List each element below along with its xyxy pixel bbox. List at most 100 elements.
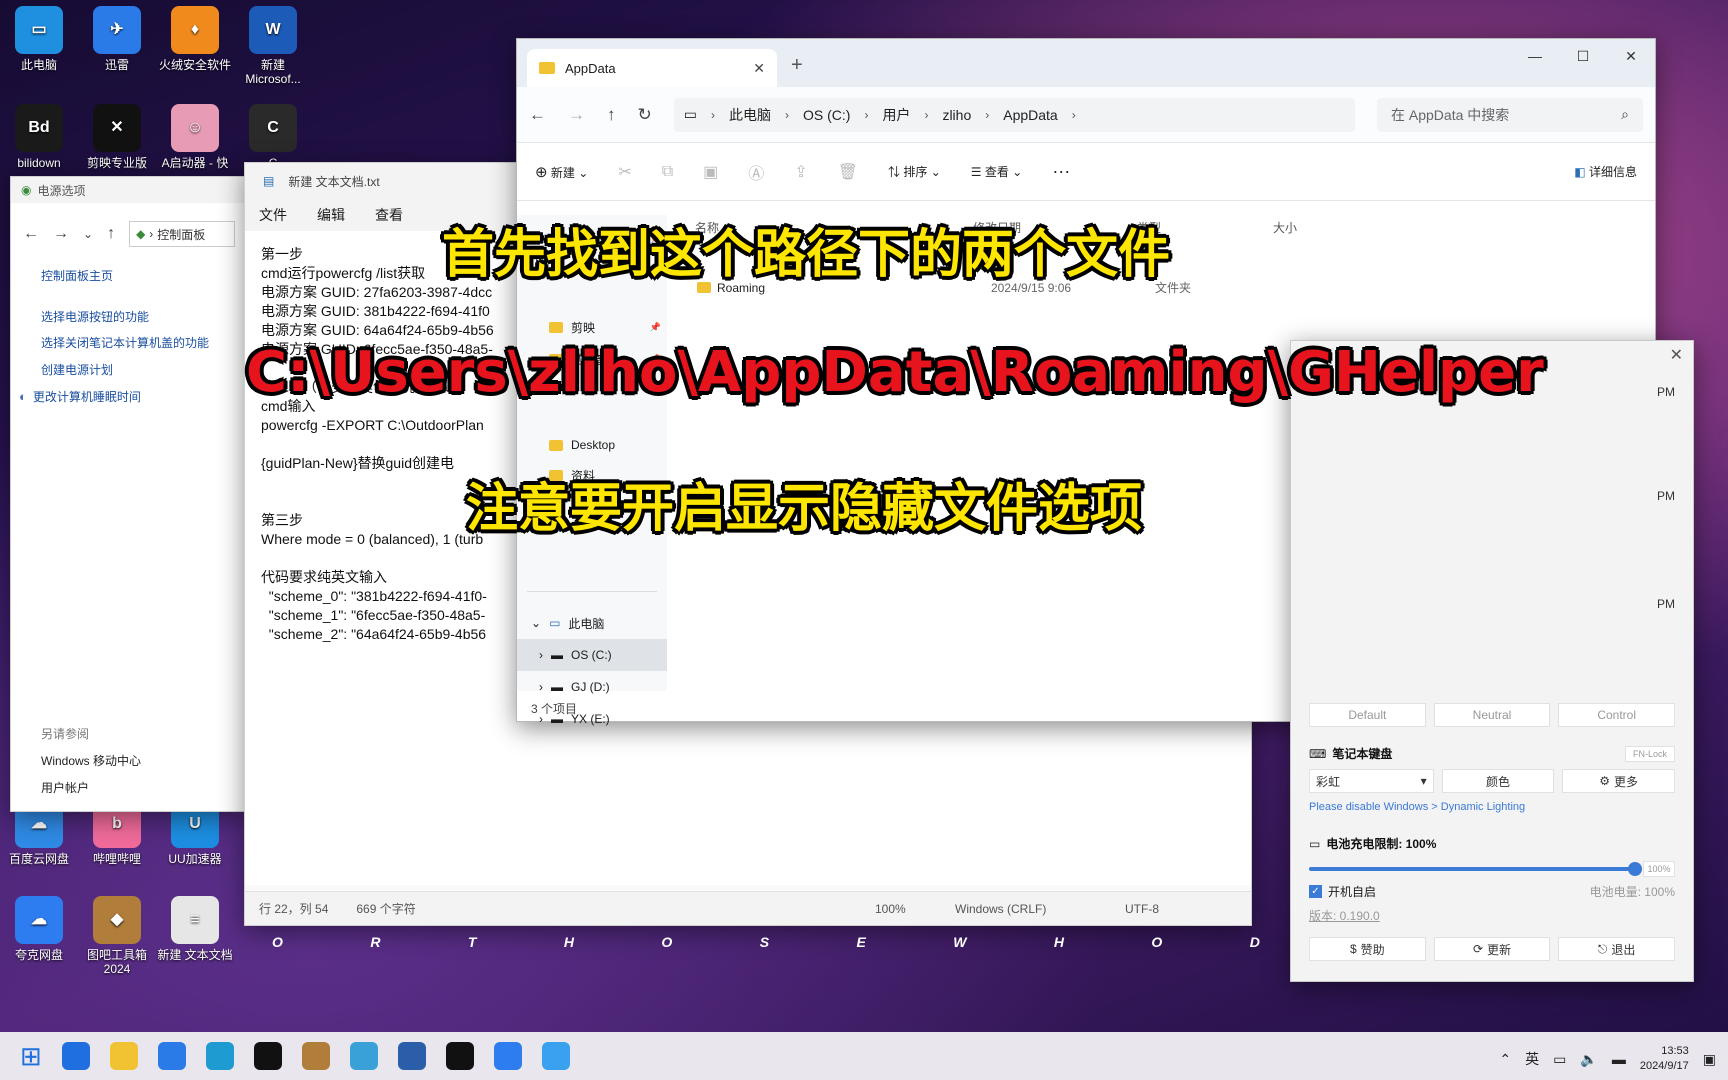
menu-edit[interactable]: 编辑 bbox=[317, 205, 345, 225]
control-panel-home-link[interactable]: 控制面板主页 bbox=[41, 267, 247, 284]
paste-icon[interactable]: ▣ bbox=[703, 162, 718, 182]
new-tab-button[interactable]: + bbox=[777, 54, 817, 87]
ime-indicator[interactable]: 英 bbox=[1525, 1049, 1539, 1069]
rename-icon[interactable]: Ⓐ bbox=[748, 160, 764, 184]
close-button[interactable]: ✕ bbox=[1607, 39, 1655, 73]
maximize-button[interactable]: ☐ bbox=[1559, 39, 1607, 73]
share-icon[interactable]: ⇪ bbox=[794, 162, 807, 182]
lid-close-link[interactable]: 选择关闭笔记本计算机盖的功能 bbox=[41, 335, 211, 351]
taskbar-app-icon[interactable] bbox=[445, 1042, 474, 1070]
desktop-icon[interactable]: Bd bilidown bbox=[0, 104, 78, 170]
taskbar-app-icon[interactable] bbox=[349, 1042, 378, 1070]
chevron-right-icon: › bbox=[539, 648, 543, 662]
cut-icon[interactable]: ✂ bbox=[618, 162, 631, 182]
nav-item-this-pc[interactable]: ⌄ ▭ 此电脑 bbox=[517, 607, 667, 639]
chevron-up-icon[interactable]: ⌃ bbox=[1499, 1051, 1511, 1068]
tab-appdata[interactable]: AppData ✕ bbox=[527, 49, 777, 87]
start-icon[interactable]: ⊞ bbox=[20, 1041, 42, 1072]
keyboard-mode-select[interactable]: 彩虹 ▾ bbox=[1309, 769, 1434, 793]
details-button[interactable]: ◧ 详细信息 bbox=[1574, 163, 1637, 180]
view-button[interactable]: ☰ 查看 ⌄ bbox=[971, 163, 1023, 180]
version-link[interactable]: 版本: 0.190.0 bbox=[1309, 907, 1675, 924]
mode-neutral[interactable]: Neutral bbox=[1433, 703, 1551, 727]
sponsor-button[interactable]: $ 赞助 bbox=[1309, 937, 1426, 961]
sort-button[interactable]: ⇅ 排序 ⌄ bbox=[888, 163, 941, 180]
notepad-statusbar: 行 22，列 54 669 个字符 100% Windows (CRLF) UT… bbox=[245, 891, 1251, 925]
user-accounts-link[interactable]: 用户帐户 bbox=[41, 779, 141, 796]
keyboard-icon: ⌨ bbox=[1309, 746, 1327, 761]
back-icon[interactable]: ← bbox=[23, 225, 39, 243]
menu-view[interactable]: 查看 bbox=[375, 205, 403, 225]
more-button[interactable]: ··· bbox=[1052, 161, 1070, 182]
col-size[interactable]: 大小 bbox=[1273, 219, 1297, 236]
taskbar-app-icon[interactable] bbox=[109, 1042, 138, 1070]
mode-default[interactable]: Default bbox=[1309, 703, 1426, 727]
mode-control[interactable]: Control bbox=[1558, 703, 1676, 727]
address-bar[interactable]: ▭ › 此电脑 › OS (C:) › 用户 › zliho › AppData… bbox=[673, 97, 1355, 132]
path-zliho[interactable]: zliho bbox=[942, 107, 971, 123]
taskbar-app-icon[interactable] bbox=[397, 1042, 426, 1070]
minimize-button[interactable]: — bbox=[1511, 39, 1559, 73]
up-icon[interactable]: ↑ bbox=[607, 105, 616, 125]
taskbar-app-icon[interactable] bbox=[157, 1042, 186, 1070]
update-button[interactable]: ⟳ 更新 bbox=[1433, 937, 1551, 961]
battery-slider-handle[interactable] bbox=[1628, 862, 1642, 876]
taskbar-app-icon[interactable] bbox=[301, 1042, 330, 1070]
desktop-icon[interactable]: ☁ 夸克网盘 bbox=[0, 896, 78, 962]
desktop-icon[interactable]: ♦ 火绒安全软件 bbox=[156, 6, 234, 72]
chevron-down-icon[interactable]: ⌄ bbox=[83, 227, 93, 241]
nav-item-drive[interactable]: › ▬ OS (C:) bbox=[517, 639, 667, 671]
sleep-time-link[interactable]: 更改计算机睡眠时间 bbox=[33, 388, 141, 405]
nav-item-drive[interactable]: › ▬ GJ (D:) bbox=[517, 671, 667, 703]
create-plan-link[interactable]: 创建电源计划 bbox=[41, 361, 247, 378]
taskbar-app-icon[interactable] bbox=[541, 1042, 570, 1070]
up-icon[interactable]: ↑ bbox=[107, 225, 115, 243]
battery-icon[interactable]: ▬ bbox=[1612, 1051, 1626, 1067]
new-button[interactable]: ⊕ 新建 ⌄ bbox=[535, 163, 588, 181]
more-button[interactable]: ⚙ 更多 bbox=[1562, 769, 1676, 793]
battery-slider[interactable] bbox=[1309, 862, 1642, 876]
control-panel-breadcrumb[interactable]: ◆ › 控制面板 bbox=[129, 221, 235, 247]
path-os-c[interactable]: OS (C:) bbox=[803, 107, 850, 123]
taskbar-app-icon[interactable] bbox=[61, 1042, 90, 1070]
color-button[interactable]: 颜色 bbox=[1441, 769, 1555, 793]
back-icon[interactable]: ← bbox=[529, 105, 546, 125]
see-also-label: 另请参阅 bbox=[41, 727, 90, 741]
desktop-icon[interactable]: W 新建 Microsof... bbox=[234, 6, 312, 86]
forward-icon[interactable]: → bbox=[53, 225, 69, 243]
desktop-icon[interactable]: ≡ 新建 文本文档 bbox=[156, 896, 234, 962]
desktop-icon[interactable]: ✈ 迅雷 bbox=[78, 6, 156, 72]
nav-item[interactable]: Desktop bbox=[517, 429, 667, 461]
desktop-icon[interactable]: ◆ 图吧工具箱 2024 bbox=[78, 896, 156, 976]
desktop-icon[interactable]: ✕ 剪映专业版 bbox=[78, 104, 156, 170]
autostart-checkbox[interactable]: ✓ bbox=[1309, 885, 1322, 898]
volume-icon[interactable]: 🔈 bbox=[1580, 1051, 1597, 1068]
path-appdata[interactable]: AppData bbox=[1003, 107, 1057, 123]
search-box[interactable]: 在 AppData 中搜索 ⌕ bbox=[1377, 97, 1643, 132]
close-tab-icon[interactable]: ✕ bbox=[753, 60, 765, 77]
dynamic-lighting-hint[interactable]: Please disable Windows > Dynamic Lightin… bbox=[1309, 801, 1675, 813]
taskbar-app-icon[interactable] bbox=[205, 1042, 234, 1070]
copy-icon[interactable]: ⧉ bbox=[662, 163, 673, 181]
mobility-center-link[interactable]: Windows 移动中心 bbox=[41, 752, 141, 769]
forward-icon[interactable]: → bbox=[568, 105, 585, 125]
network-icon[interactable]: ▭ bbox=[1553, 1051, 1566, 1068]
desktop-icon[interactable]: ☺ A启动器 - 快 bbox=[156, 104, 234, 170]
notification-icon[interactable]: ▣ bbox=[1703, 1051, 1716, 1068]
refresh-icon[interactable]: ↻ bbox=[638, 105, 652, 125]
path-users[interactable]: 用户 bbox=[882, 105, 910, 125]
search-placeholder: 在 AppData 中搜索 bbox=[1391, 106, 1510, 123]
desktop-icon[interactable]: CC bbox=[234, 104, 312, 170]
desktop-icon[interactable]: ▭ 此电脑 bbox=[0, 6, 78, 72]
delete-icon[interactable]: 🗑 bbox=[838, 162, 858, 182]
exit-button[interactable]: ⎋ 退出 bbox=[1558, 937, 1676, 961]
taskbar-app-icon[interactable] bbox=[253, 1042, 282, 1070]
taskbar-app-icon[interactable] bbox=[493, 1042, 522, 1070]
nav-item[interactable]: 剪映 📌 bbox=[517, 311, 667, 343]
close-icon[interactable]: ✕ bbox=[1670, 345, 1683, 365]
power-button-link[interactable]: 选择电源按钮的功能 bbox=[41, 308, 247, 325]
clock[interactable]: 13:53 2024/9/17 bbox=[1640, 1044, 1689, 1074]
menu-file[interactable]: 文件 bbox=[259, 205, 287, 225]
fn-lock-button[interactable]: FN-Lock bbox=[1625, 745, 1675, 762]
path-this-pc[interactable]: 此电脑 bbox=[729, 105, 771, 125]
